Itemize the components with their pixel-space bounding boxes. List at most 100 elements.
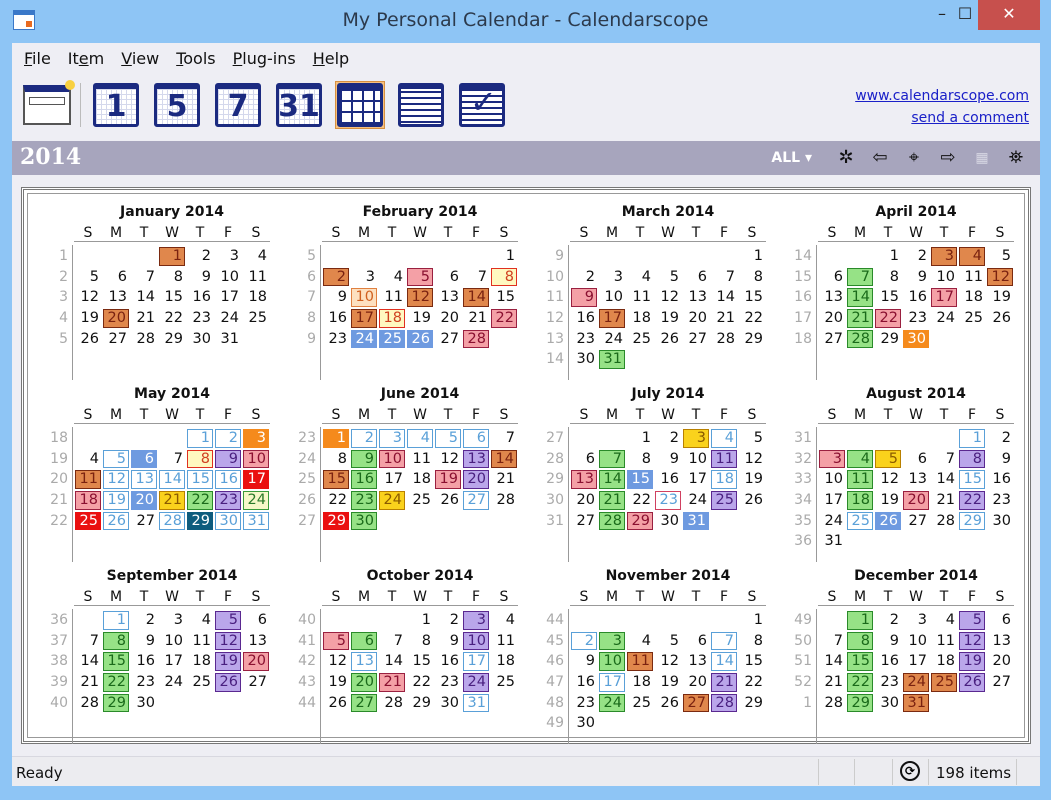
day-cell-with-event[interactable]: 1 [159,247,185,266]
filter-dropdown[interactable]: ALL ▾ [771,150,812,166]
day-cell[interactable]: 10 [902,631,930,652]
day-cell[interactable]: 22 [406,672,434,693]
day-cell-with-event[interactable]: 18 [711,470,737,490]
day-cell[interactable]: 6 [682,631,710,652]
day-cell-with-event[interactable]: 29 [103,693,129,713]
day-cell[interactable]: 21 [490,469,518,490]
menu-help[interactable]: Help [313,49,349,71]
day-cell-with-event[interactable]: 20 [463,470,489,490]
day-cell[interactable]: 6 [434,267,462,288]
day-cell[interactable]: 14 [818,651,846,672]
day-cell[interactable]: 29 [158,329,186,350]
day-cell[interactable]: 25 [626,329,654,350]
day-cell[interactable]: 18 [406,469,434,490]
day-cell[interactable]: 25 [490,672,518,693]
day-cell[interactable]: 17 [818,490,846,511]
day-cell-with-event[interactable]: 15 [103,652,129,672]
day-cell[interactable]: 2 [902,246,930,267]
week-number[interactable]: 14 [530,349,564,370]
day-cell[interactable]: 3 [350,267,378,288]
day-cell-with-event[interactable]: 3 [599,631,625,651]
day-cell[interactable]: 5 [654,631,682,652]
month-title[interactable]: January 2014 [74,204,270,220]
day-cell[interactable]: 10 [930,267,958,288]
day-cell-with-event[interactable]: 2 [351,429,377,448]
week-number[interactable]: 12 [530,308,564,329]
week-number[interactable]: 38 [34,651,68,672]
day-cell[interactable]: 20 [818,308,846,329]
day-cell-with-event[interactable]: 17 [463,652,489,672]
day-cell-with-event[interactable]: 14 [159,470,185,490]
day-cell-with-event[interactable]: 15 [847,652,873,672]
day-cell[interactable]: 31 [214,329,242,350]
day-cell[interactable]: 3 [598,267,626,288]
day-cell-with-event[interactable]: 24 [379,491,405,510]
day-cell-with-event[interactable]: 22 [187,491,213,510]
menu-item[interactable]: Item [68,49,104,71]
day-cell[interactable]: 16 [902,287,930,308]
day-cell[interactable]: 8 [738,267,766,288]
week-number[interactable]: 15 [778,267,812,288]
day-cell[interactable]: 11 [242,267,270,288]
day-cell-with-event[interactable]: 20 [903,491,929,510]
day-cell[interactable]: 21 [462,308,490,329]
day-cell-with-event[interactable]: 8 [491,267,517,287]
week-number[interactable]: 18 [34,428,68,449]
day-cell[interactable]: 28 [490,490,518,511]
day-cell-with-event[interactable]: 12 [103,470,129,490]
day-cell-with-event[interactable]: 17 [243,470,269,490]
day-cell-with-event[interactable]: 23 [655,491,681,510]
day-cell-with-event[interactable]: 23 [351,491,377,510]
week-number[interactable]: 18 [778,329,812,350]
week-number[interactable]: 7 [282,287,316,308]
day-cell-with-event[interactable]: 11 [711,449,737,469]
day-cell[interactable]: 8 [406,631,434,652]
day-cell[interactable]: 30 [986,511,1014,532]
day-cell[interactable]: 9 [434,631,462,652]
day-cell-with-event[interactable]: 1 [323,429,349,448]
day-cell-with-event[interactable]: 13 [571,470,597,490]
day-cell-with-event[interactable]: 29 [627,511,653,531]
day-cell[interactable]: 17 [682,469,710,490]
day-cell[interactable]: 16 [186,287,214,308]
website-link[interactable]: www.calendarscope.com [855,85,1029,107]
day-cell[interactable]: 11 [930,631,958,652]
day-cell[interactable]: 30 [186,329,214,350]
day-cell-with-event[interactable]: 12 [959,631,985,651]
day-cell[interactable]: 21 [130,308,158,329]
day-cell-with-event[interactable]: 26 [215,673,241,692]
sync-icon[interactable]: ⟳ [900,761,920,781]
day-cell[interactable]: 24 [682,490,710,511]
month-title[interactable]: March 2014 [570,204,766,220]
day-cell[interactable]: 2 [986,428,1014,449]
day-cell-with-event[interactable]: 4 [711,429,737,448]
week-number[interactable]: 52 [778,672,812,693]
day-cell-with-event[interactable]: 3 [463,611,489,630]
day-cell[interactable]: 27 [130,511,158,532]
week-number[interactable]: 34 [778,490,812,511]
month-title[interactable]: August 2014 [818,386,1014,402]
day-cell[interactable]: 5 [986,246,1014,267]
day-cell-with-event[interactable]: 7 [599,449,625,469]
day-cell-with-event[interactable]: 2 [323,267,349,287]
day-cell[interactable]: 30 [570,349,598,370]
day-cell-with-event[interactable]: 13 [463,449,489,469]
day-cell-with-event[interactable]: 14 [711,652,737,672]
week-number[interactable]: 5 [282,246,316,267]
day-cell[interactable]: 12 [654,651,682,672]
day-cell[interactable]: 1 [874,246,902,267]
day-cell-with-event[interactable]: 8 [187,449,213,469]
menu-file[interactable]: File [24,49,51,71]
week-number[interactable]: 6 [282,267,316,288]
day-cell[interactable]: 19 [322,672,350,693]
week-number[interactable]: 44 [530,610,564,631]
day-cell[interactable]: 2 [570,267,598,288]
day-cell-with-event[interactable]: 20 [243,652,269,672]
day-cell[interactable]: 21 [818,672,846,693]
week-number[interactable]: 5 [34,329,68,350]
day-cell[interactable]: 22 [738,308,766,329]
day-cell[interactable]: 4 [930,610,958,631]
day-cell[interactable]: 3 [214,246,242,267]
day-cell[interactable]: 1 [738,610,766,631]
week-number[interactable]: 1 [778,693,812,714]
